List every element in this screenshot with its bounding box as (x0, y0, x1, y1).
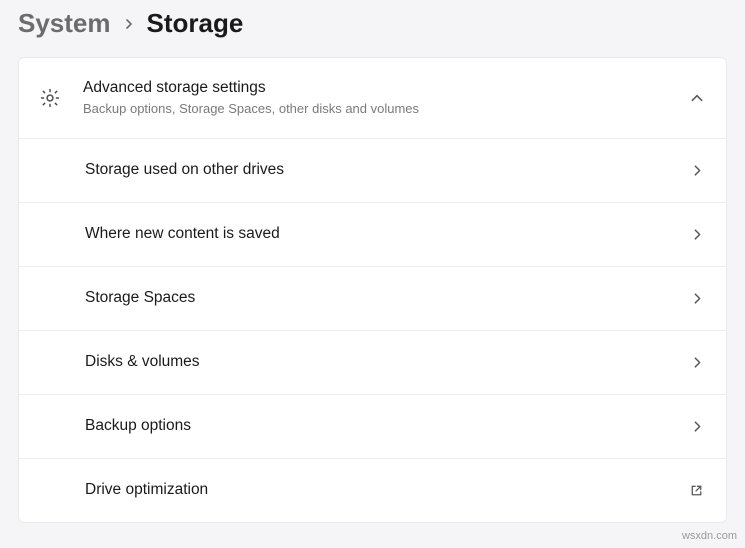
chevron-right-icon (691, 292, 704, 305)
gear-icon (39, 87, 83, 109)
breadcrumb-parent-link[interactable]: System (18, 8, 111, 39)
advanced-storage-subtitle: Backup options, Storage Spaces, other di… (83, 100, 690, 118)
item-backup-options[interactable]: Backup options (19, 394, 726, 458)
advanced-storage-card: Advanced storage settings Backup options… (18, 57, 727, 523)
item-label: Storage Spaces (85, 288, 691, 309)
item-label: Disks & volumes (85, 352, 691, 373)
item-disks-volumes[interactable]: Disks & volumes (19, 330, 726, 394)
item-where-new-content[interactable]: Where new content is saved (19, 202, 726, 266)
breadcrumb: System Storage (0, 0, 745, 57)
item-label: Storage used on other drives (85, 160, 691, 181)
page-title: Storage (147, 8, 244, 39)
advanced-storage-header[interactable]: Advanced storage settings Backup options… (19, 58, 726, 138)
item-label: Backup options (85, 416, 691, 437)
chevron-right-icon (691, 228, 704, 241)
external-link-icon (689, 483, 704, 498)
chevron-right-icon (691, 356, 704, 369)
item-drive-optimization[interactable]: Drive optimization (19, 458, 726, 522)
item-storage-other-drives[interactable]: Storage used on other drives (19, 138, 726, 202)
item-label: Drive optimization (85, 480, 689, 501)
watermark: wsxdn.com (682, 530, 737, 542)
advanced-storage-title: Advanced storage settings (83, 78, 690, 99)
chevron-right-icon (691, 420, 704, 433)
item-label: Where new content is saved (85, 224, 691, 245)
item-storage-spaces[interactable]: Storage Spaces (19, 266, 726, 330)
chevron-up-icon (690, 91, 704, 105)
chevron-right-icon (123, 18, 135, 30)
chevron-right-icon (691, 164, 704, 177)
